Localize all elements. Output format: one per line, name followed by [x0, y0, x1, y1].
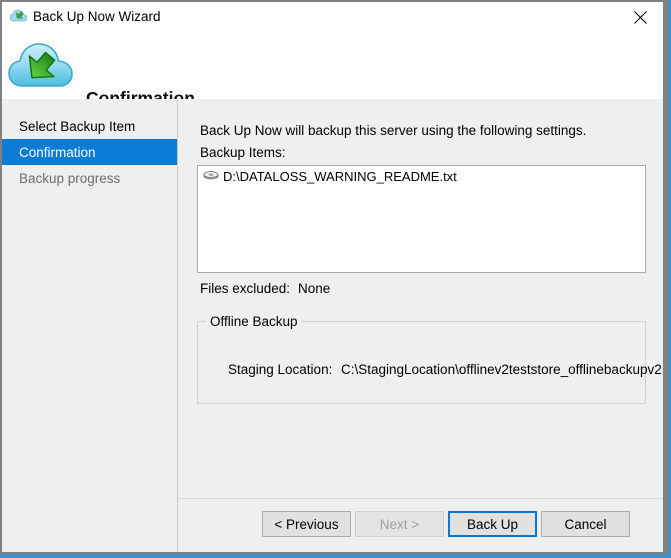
staging-location-label: Staging Location:: [228, 362, 333, 377]
close-button[interactable]: [618, 2, 663, 32]
header-banner: Confirmation: [2, 32, 663, 108]
files-excluded-label: Files excluded:: [200, 281, 291, 296]
sidebar-item-label: Confirmation: [19, 144, 96, 160]
offline-backup-group: Offline Backup Staging Location: C:\Stag…: [197, 314, 662, 404]
files-excluded-value: None: [298, 281, 331, 296]
next-button[interactable]: Next >: [355, 511, 444, 537]
previous-button[interactable]: < Previous: [262, 511, 351, 537]
wizard-steps-sidebar: Select Backup Item Confirmation Backup p…: [2, 99, 178, 552]
body-area: Select Backup Item Confirmation Backup p…: [2, 99, 663, 552]
close-icon: [634, 10, 647, 24]
back-up-button[interactable]: Back Up: [448, 511, 537, 537]
cancel-button[interactable]: Cancel: [541, 511, 630, 537]
window-title: Back Up Now Wizard: [33, 9, 161, 24]
desktop-background: Back Up Now Wizard Confirmation Select B…: [0, 0, 671, 558]
backup-items-list[interactable]: D:\DATALOSS_WARNING_README.txt: [197, 165, 646, 273]
sidebar-item-confirmation[interactable]: Confirmation: [2, 139, 177, 165]
cloud-restore-arrow-icon: [8, 43, 73, 87]
backup-item-path: D:\DATALOSS_WARNING_README.txt: [223, 168, 457, 184]
intro-text: Back Up Now will backup this server usin…: [200, 123, 587, 138]
sidebar-item-label: Backup progress: [19, 170, 121, 186]
title-bar: Back Up Now Wizard: [2, 2, 663, 32]
sidebar-item-select-backup-item[interactable]: Select Backup Item: [2, 113, 177, 139]
back-up-now-wizard-window: Back Up Now Wizard Confirmation Select B…: [2, 2, 663, 552]
list-item[interactable]: D:\DATALOSS_WARNING_README.txt: [198, 166, 645, 186]
offline-backup-group-label: Offline Backup: [206, 314, 302, 329]
background-window-edge-bottom: [0, 554, 671, 558]
wizard-button-bar: < Previous Next > Back Up Cancel: [178, 499, 663, 552]
cloud-backup-icon: [10, 9, 27, 22]
backup-items-label: Backup Items:: [200, 145, 286, 160]
sidebar-item-backup-progress[interactable]: Backup progress: [2, 165, 177, 191]
sidebar-item-label: Select Backup Item: [19, 118, 136, 134]
staging-location-value: C:\StagingLocation\offlinev2teststore_of…: [341, 362, 662, 377]
main-content-pane: Back Up Now will backup this server usin…: [178, 99, 663, 552]
disk-drive-icon: [203, 171, 219, 180]
